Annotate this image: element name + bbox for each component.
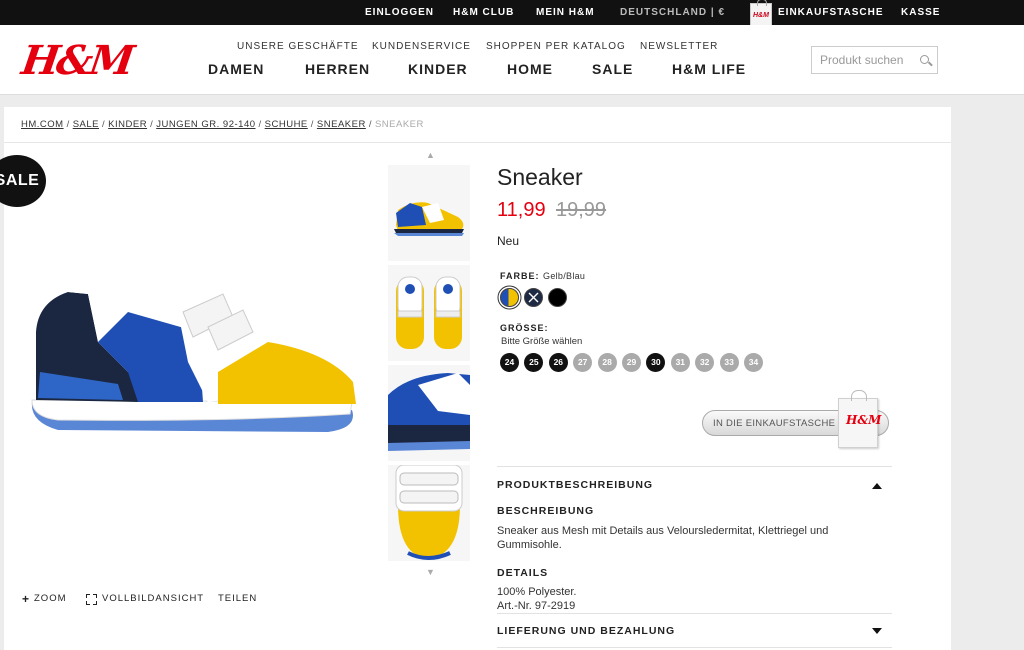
fullscreen-icon[interactable]	[86, 594, 97, 605]
subnav-newsletter[interactable]: NEWSLETTER	[640, 41, 718, 52]
details-material: 100% Polyester.	[497, 586, 577, 598]
size-option-32[interactable]: 32	[695, 353, 715, 372]
breadcrumb-schuhe[interactable]: SCHUHE	[265, 119, 308, 130]
product-title: Sneaker	[497, 164, 583, 190]
nav-herren[interactable]: HERREN	[305, 61, 370, 77]
thumbnails-down-arrow-icon[interactable]: ▼	[426, 567, 435, 577]
color-swatch-black[interactable]	[548, 288, 567, 307]
subnav-stores[interactable]: UNSERE GESCHÄFTE	[237, 41, 359, 52]
login-link[interactable]: EINLOGGEN	[365, 7, 434, 18]
product-panel: HM.COM / SALE / KINDER / JUNGEN GR. 92-140/SCH…	[0, 107, 951, 650]
new-label: Neu	[497, 234, 520, 248]
nav-damen[interactable]: DAMEN	[208, 61, 264, 77]
shopping-bag-link[interactable]: EINKAUFSTASCHE	[778, 7, 883, 18]
original-price: 19,99	[556, 199, 607, 221]
collapse-arrow-icon[interactable]	[872, 483, 882, 489]
subnav-customer-service[interactable]: KUNDENSERVICE	[372, 41, 471, 52]
color-label: FARBE: Gelb/Blau	[500, 271, 585, 281]
thumbnail-3[interactable]	[388, 365, 470, 461]
color-value: Gelb/Blau	[543, 271, 586, 281]
top-bar: EINLOGGEN H&M CLUB MEIN H&M DEUTSCHLAND …	[0, 0, 1024, 29]
hm-club-link[interactable]: H&M CLUB	[453, 7, 514, 18]
expand-arrow-icon[interactable]	[872, 628, 882, 634]
breadcrumb-sale[interactable]: SALE	[73, 119, 99, 130]
bag-icon-logo: H&M	[753, 12, 769, 19]
site-header: H&M UNSERE GESCHÄFTE KUNDENSERVICE SHOPP…	[0, 25, 1024, 95]
breadcrumb-jungen[interactable]: JUNGEN GR. 92-140	[156, 119, 255, 130]
breadcrumb-hm-com[interactable]: HM.COM	[21, 119, 64, 130]
size-option-29[interactable]: 29	[622, 353, 641, 372]
breadcrumb-sneaker[interactable]: SNEAKER	[317, 119, 366, 130]
hm-logo[interactable]: H&M	[19, 37, 135, 84]
article-number: Art.-Nr. 97-2919	[497, 600, 576, 612]
delivery-payment-toggle[interactable]: LIEFERUNG UND BEZAHLUNG	[497, 625, 675, 637]
divider	[497, 613, 892, 614]
size-option-30[interactable]: 30	[646, 353, 666, 372]
my-hm-link[interactable]: MEIN H&M	[536, 7, 595, 18]
share-button[interactable]: TEILEN	[218, 593, 257, 604]
fullscreen-button[interactable]: VOLLBILDANSICHT	[102, 593, 204, 604]
divider	[497, 466, 892, 467]
size-label: GRÖSSE:	[500, 323, 549, 333]
thumbnail-1[interactable]	[388, 165, 470, 261]
color-label-title: FARBE:	[500, 271, 540, 281]
color-swatch-navy[interactable]	[524, 288, 543, 307]
divider	[4, 142, 951, 143]
size-option-28[interactable]: 28	[597, 353, 617, 372]
region-selector[interactable]: DEUTSCHLAND | €	[620, 7, 725, 18]
size-option-26[interactable]: 26	[548, 353, 568, 372]
size-option-34[interactable]: 34	[744, 353, 763, 372]
size-option-27[interactable]: 27	[573, 353, 593, 372]
description-heading: BESCHREIBUNG	[497, 505, 595, 517]
zoom-button[interactable]: ZOOM	[34, 593, 67, 604]
size-option-25[interactable]: 25	[524, 353, 544, 372]
thumbnail-2[interactable]	[388, 265, 470, 361]
search-box	[811, 46, 938, 74]
thumbnail-4[interactable]	[388, 465, 470, 561]
search-input[interactable]	[820, 53, 918, 67]
checkout-link[interactable]: KASSE	[901, 7, 940, 18]
size-option-31[interactable]: 31	[670, 353, 690, 372]
nav-home[interactable]: HOME	[507, 61, 553, 77]
sale-price: 11,99	[497, 199, 546, 221]
product-description-toggle[interactable]: PRODUKTBESCHREIBUNG	[497, 479, 653, 491]
subnav-catalog[interactable]: SHOPPEN PER KATALOG	[486, 41, 626, 52]
description-text: Sneaker aus Mesh mit Details aus Velours…	[497, 525, 829, 551]
divider	[497, 647, 892, 648]
color-swatch-yellow-blue[interactable]	[500, 288, 519, 307]
nav-hm-life[interactable]: H&M LIFE	[672, 61, 746, 77]
size-option-33[interactable]: 33	[719, 353, 739, 372]
sale-badge: SALE	[0, 155, 46, 207]
bag-icon-logo: H&M	[846, 413, 882, 427]
search-icon[interactable]	[920, 55, 929, 64]
size-hint: Bitte Größe wählen	[501, 336, 583, 347]
zoom-icon[interactable]: +	[22, 593, 29, 605]
breadcrumb-current: SNEAKER	[374, 119, 424, 130]
product-image[interactable]	[28, 272, 364, 452]
details-heading: DETAILS	[497, 567, 549, 579]
nav-kinder[interactable]: KINDER	[408, 61, 468, 77]
breadcrumb: HM.COM / SALE / KINDER / JUNGEN GR. 92-140/SCH…	[21, 119, 424, 130]
size-option-24[interactable]: 24	[500, 353, 519, 372]
add-to-bag-label: IN DIE EINKAUFSTASCHE	[713, 418, 836, 429]
nav-sale[interactable]: SALE	[592, 61, 633, 77]
thumbnails-up-arrow-icon[interactable]: ▲	[426, 150, 435, 160]
breadcrumb-kinder[interactable]: KINDER	[108, 119, 147, 130]
shopping-bag-icon[interactable]: H&M	[838, 390, 882, 448]
